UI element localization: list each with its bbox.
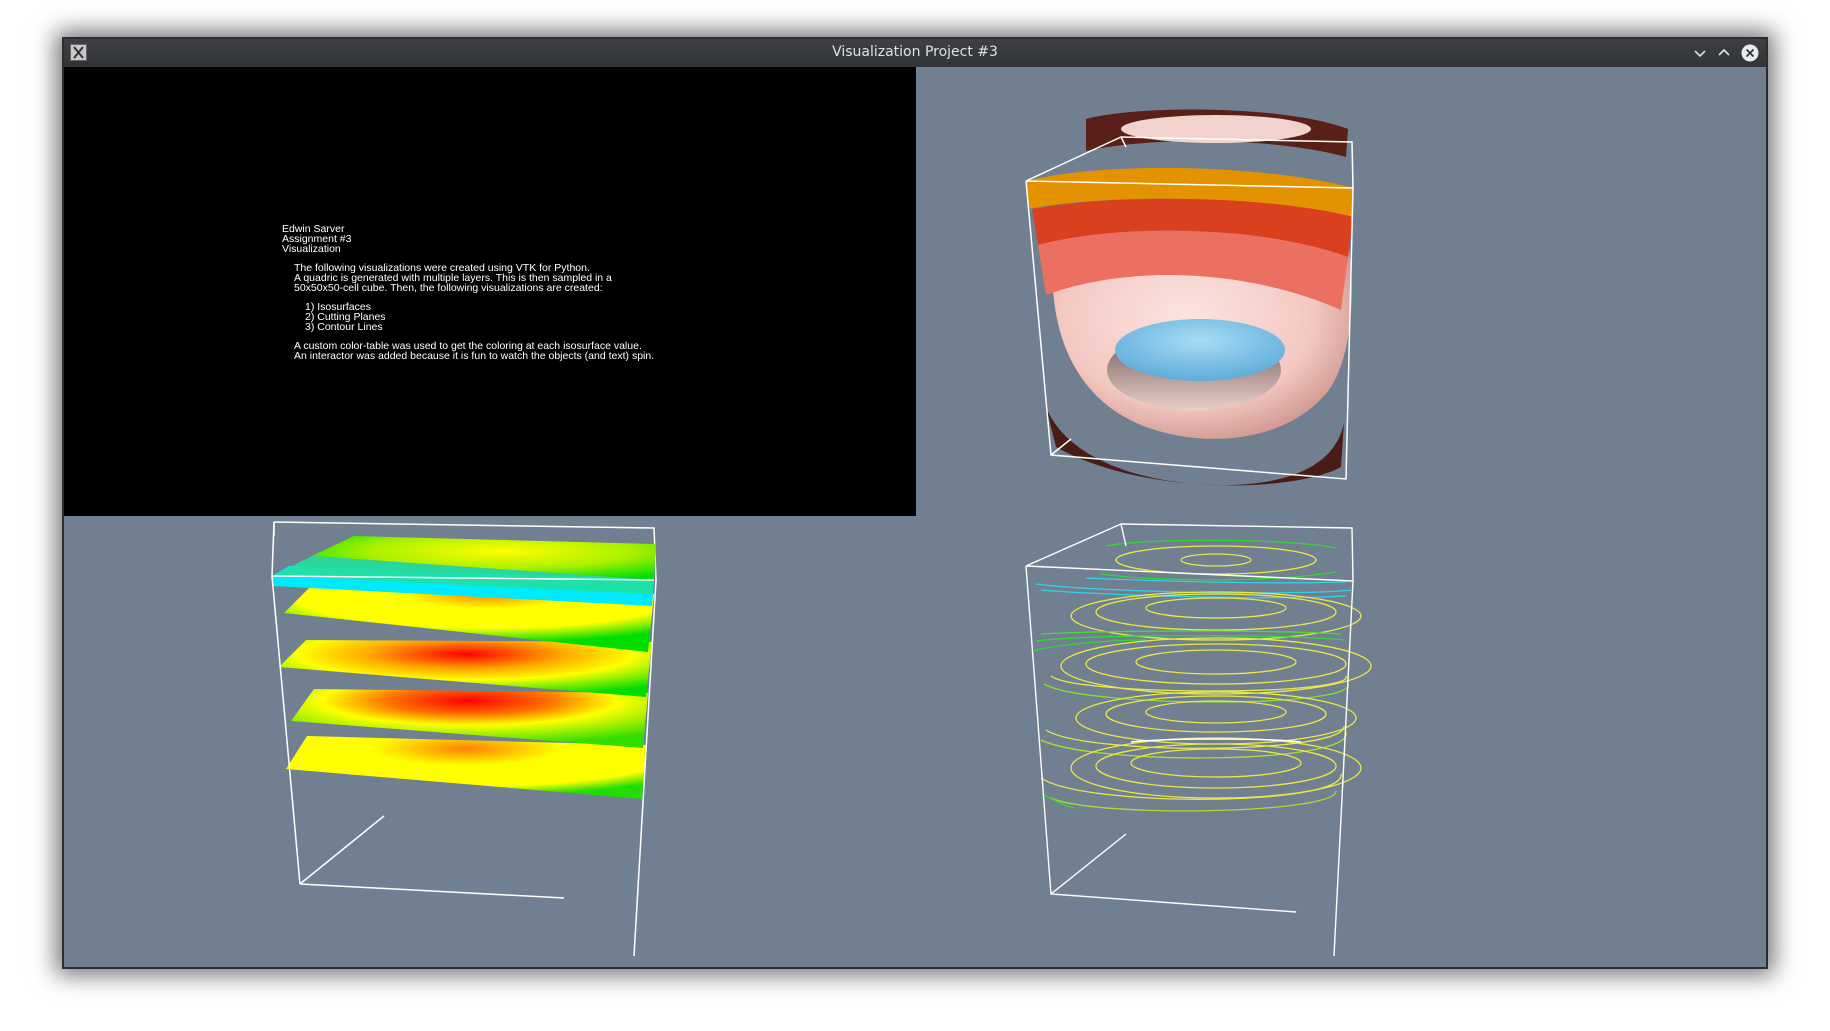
subject-line: Visualization (282, 243, 341, 255)
bounding-box-back (1025, 523, 1354, 582)
contour-lines-view[interactable] (916, 516, 1766, 967)
contour-layer-1 (1100, 539, 1337, 581)
list-item: 3) Contour Lines (305, 321, 383, 333)
minimize-icon (1694, 50, 1706, 58)
contour-layer-5 (1040, 737, 1362, 812)
isosurface-canvas (1025, 109, 1354, 486)
cutting-planes-view[interactable] (64, 516, 916, 967)
intro-line: 50x50x50-cell cube. Then, the following … (294, 282, 603, 294)
cutting-plane-3 (279, 640, 652, 697)
contour-layer-2 (1035, 591, 1362, 642)
text-render-view[interactable]: Edwin Sarver Assignment #3 Visualization Th… (64, 67, 916, 516)
maximize-button[interactable] (1714, 43, 1734, 63)
close-icon (1741, 44, 1759, 62)
app-window: Visualization Project #3 Edwin Sarver Ass… (62, 37, 1768, 969)
minimize-button[interactable] (1690, 43, 1710, 63)
cutting-plane-5 (286, 736, 646, 799)
maximize-icon (1718, 48, 1730, 56)
contour-layer-4 (1040, 691, 1357, 759)
outro-line: An interactor was added because it is fu… (294, 350, 655, 362)
title-bar[interactable]: Visualization Project #3 (64, 39, 1766, 67)
cutting-planes-canvas (271, 521, 657, 957)
isosurface-view[interactable] (916, 67, 1766, 516)
description-text: Edwin Sarver Assignment #3 Visualization Th… (282, 224, 655, 362)
window-title: Visualization Project #3 (832, 44, 998, 60)
close-button[interactable] (1740, 43, 1760, 63)
inner-blue-surface (1115, 319, 1285, 381)
contour-lines-canvas (1025, 523, 1372, 957)
